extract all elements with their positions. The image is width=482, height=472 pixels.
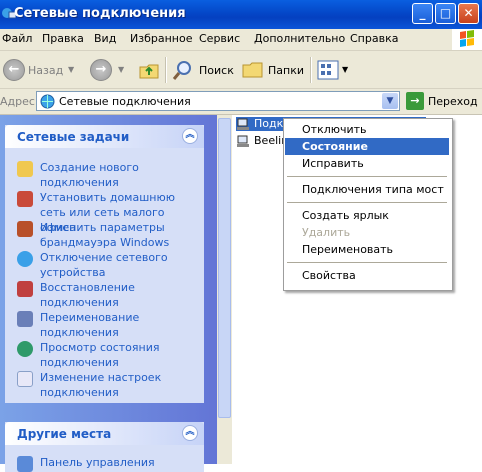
task-label: Изменить параметры брандмауэра Windows [40, 221, 170, 249]
search-icon[interactable] [172, 59, 194, 81]
home-network-icon [17, 191, 33, 207]
place-label: Панель управления [40, 456, 155, 469]
address-label: Адрес: [0, 95, 39, 108]
context-menu: Отключить Состояние Исправить Подключени… [283, 118, 453, 291]
rename-icon [17, 311, 33, 327]
address-bar: Адрес: Сетевые подключения ▼ → Переход [0, 89, 482, 115]
ctx-delete: Удалить [302, 226, 351, 239]
task-label: Создание нового подключения [40, 161, 139, 189]
menu-file[interactable]: Файл [2, 32, 32, 45]
dialup-connection-icon [237, 135, 249, 147]
search-button-label[interactable]: Поиск [199, 64, 234, 77]
views-dropdown-icon[interactable]: ▼ [342, 65, 348, 74]
task-label: Просмотр состояния подключения [40, 341, 160, 369]
task-label: Переименование подключения [40, 311, 140, 339]
views-icon[interactable] [317, 60, 339, 80]
menu-separator [287, 176, 447, 177]
title-bar[interactable]: Сетевые подключения _ □ ✕ [0, 0, 482, 29]
repair-icon [17, 281, 33, 297]
back-arrow-icon[interactable]: ← [3, 59, 25, 81]
menu-tools[interactable]: Сервис [199, 32, 240, 45]
window-title: Сетевые подключения [14, 6, 186, 21]
task-label: Отключение сетевого устройства [40, 251, 168, 279]
menu-separator [287, 202, 447, 203]
settings-icon [17, 371, 33, 387]
folder-up-icon[interactable] [138, 59, 160, 81]
collapse-chevron-icon[interactable]: ︽ [182, 128, 198, 144]
back-button-label[interactable]: Назад [28, 64, 63, 77]
close-button[interactable]: ✕ [458, 3, 479, 24]
minimize-button[interactable]: _ [412, 3, 433, 24]
ctx-status[interactable]: Состояние [285, 138, 449, 155]
folders-button-label[interactable]: Папки [268, 64, 304, 77]
disable-device-icon [17, 251, 33, 267]
network-tasks-panel: Сетевые задачи ︽ Создание нового подключ… [5, 125, 204, 403]
go-arrow-icon[interactable]: → [406, 92, 424, 110]
menu-favorites[interactable]: Избранное [130, 32, 192, 45]
toolbar: ← Назад ▼ → ▼ Поиск Папки ▼ [0, 51, 482, 89]
forward-dropdown-icon[interactable]: ▼ [118, 65, 124, 74]
windows-logo-icon [452, 29, 482, 50]
scrollbar-thumb[interactable] [218, 118, 231, 418]
collapse-chevron-icon[interactable]: ︽ [182, 425, 198, 441]
network-tasks-header[interactable]: Сетевые задачи ︽ [5, 125, 204, 148]
new-connection-icon [17, 161, 33, 177]
address-dropdown-icon[interactable]: ▼ [382, 93, 398, 109]
menu-advanced[interactable]: Дополнительно [254, 32, 345, 45]
menu-separator [287, 262, 447, 263]
firewall-icon [17, 221, 33, 237]
status-icon [17, 341, 33, 357]
menu-view[interactable]: Вид [94, 32, 116, 45]
menu-help[interactable]: Справка [350, 32, 398, 45]
ctx-bridge[interactable]: Подключения типа мост [285, 181, 449, 198]
other-places-title: Другие места [17, 427, 112, 441]
task-label: Изменение настроек подключения [40, 371, 162, 399]
task-label: Восстановление подключения [40, 281, 135, 309]
ctx-rename[interactable]: Переименовать [285, 241, 449, 258]
ctx-properties[interactable]: Свойства [285, 267, 449, 284]
network-globe-icon [40, 94, 55, 109]
menu-bar: Файл Правка Вид Избранное Сервис Дополни… [0, 29, 482, 51]
task-pane: Сетевые задачи ︽ Создание нового подключ… [0, 115, 217, 472]
menu-edit[interactable]: Правка [42, 32, 84, 45]
forward-arrow-icon[interactable]: → [90, 59, 112, 81]
control-panel-icon [17, 456, 33, 472]
other-places-header[interactable]: Другие места ︽ [5, 422, 204, 445]
back-dropdown-icon[interactable]: ▼ [68, 65, 74, 74]
dialup-connection-icon [237, 118, 249, 130]
ctx-create-shortcut[interactable]: Создать ярлык [285, 207, 449, 224]
address-value: Сетевые подключения [59, 95, 191, 108]
ctx-disconnect[interactable]: Отключить [285, 121, 449, 138]
other-places-panel: Другие места ︽ Панель управления [5, 422, 204, 472]
folders-icon[interactable] [242, 60, 264, 80]
network-tasks-title: Сетевые задачи [17, 130, 130, 144]
address-input[interactable]: Сетевые подключения ▼ [36, 91, 400, 111]
go-button-label[interactable]: Переход [428, 95, 478, 108]
ctx-repair[interactable]: Исправить [285, 155, 449, 172]
maximize-button[interactable]: □ [435, 3, 456, 24]
